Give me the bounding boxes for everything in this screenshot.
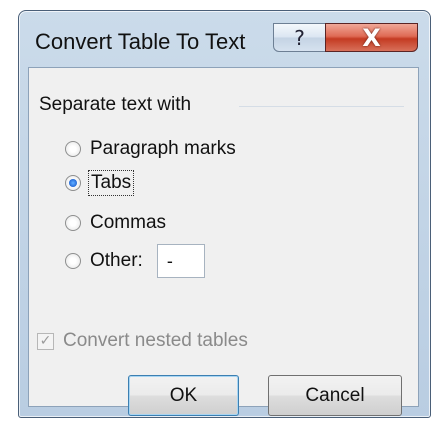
close-icon: X [362, 23, 381, 52]
convert-nested-tables-label: Convert nested tables [63, 330, 248, 351]
convert-nested-tables-option[interactable]: ✓ Convert nested tables [37, 330, 248, 352]
help-icon: ? [294, 25, 305, 50]
separator-group-label: Separate text with [39, 94, 192, 115]
radio-tabs[interactable]: Tabs [65, 170, 135, 196]
dialog-body: Separate text with Paragraph marks Tabs … [28, 67, 419, 416]
radio-paragraph-marks[interactable]: Paragraph marks [65, 138, 236, 160]
radio-paragraph-marks-label: Paragraph marks [90, 138, 236, 159]
group-divider [239, 106, 404, 107]
dialog-title: Convert Table To Text [35, 29, 246, 54]
radio-other-circle[interactable] [65, 253, 81, 269]
help-button[interactable]: ? [273, 23, 326, 52]
radio-paragraph-marks-circle[interactable] [65, 141, 81, 157]
radio-tabs-circle[interactable] [65, 175, 81, 191]
radio-other-label: Other: [90, 250, 143, 271]
radio-commas-label: Commas [90, 212, 167, 233]
cancel-button[interactable]: Cancel [268, 375, 402, 416]
radio-tabs-label: Tabs [87, 170, 135, 196]
close-button[interactable]: X [325, 23, 418, 52]
radio-commas-circle[interactable] [65, 215, 81, 231]
convert-nested-tables-checkbox[interactable]: ✓ [37, 332, 54, 350]
radio-other[interactable]: Other: - [65, 244, 205, 278]
other-separator-input[interactable]: - [156, 244, 205, 278]
convert-table-dialog: Convert Table To Text ? X Separate text … [18, 10, 431, 418]
radio-commas[interactable]: Commas [65, 212, 166, 234]
title-bar[interactable]: Convert Table To Text ? X [19, 11, 430, 67]
ok-button[interactable]: OK [128, 375, 239, 416]
